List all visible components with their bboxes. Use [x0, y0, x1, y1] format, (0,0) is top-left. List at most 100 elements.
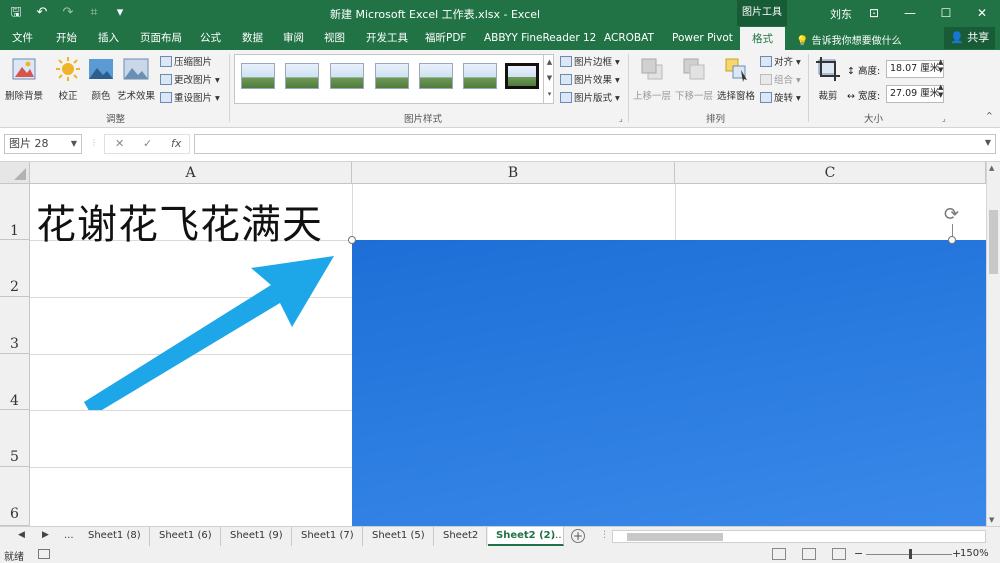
column-header-a[interactable]: A	[30, 162, 352, 184]
selection-pane-button[interactable]: 选择窗格	[716, 56, 756, 102]
vertical-scroll-thumb[interactable]	[989, 210, 998, 274]
tab-file[interactable]: 文件	[12, 26, 33, 50]
tab-developer[interactable]: 开发工具	[366, 26, 408, 50]
resize-handle-top[interactable]	[948, 236, 956, 244]
row-header-4[interactable]: 4	[0, 354, 30, 410]
rotate-button[interactable]: 旋转 ▾	[760, 91, 801, 107]
height-input[interactable]: 18.07 厘米	[886, 60, 944, 78]
picture-style-6[interactable]	[463, 63, 497, 89]
bring-forward-button[interactable]: 上移一层	[632, 56, 672, 102]
align-button[interactable]: 对齐 ▾	[760, 55, 801, 71]
selected-picture[interactable]	[352, 240, 986, 526]
reset-picture-button[interactable]: 重设图片 ▾	[160, 91, 220, 107]
format-painter-icon[interactable]: ⌗	[84, 3, 104, 23]
height-spinner[interactable]: ▲ ▼	[938, 58, 943, 74]
gallery-down-icon[interactable]: ▼	[544, 70, 555, 86]
tab-home[interactable]: 开始	[56, 26, 77, 50]
sheet-tab-more-left[interactable]: ...	[56, 527, 82, 546]
close-icon[interactable]: ✕	[964, 0, 1000, 26]
tab-formulas[interactable]: 公式	[200, 26, 221, 50]
sheet-tab-more-right[interactable]: ...	[544, 527, 570, 546]
cell-a1-text[interactable]: 花谢花飞花满天	[36, 192, 323, 250]
tell-me-search[interactable]: 💡 告诉我你想要做什么	[796, 32, 902, 47]
size-launcher-icon[interactable]: ⌟	[942, 114, 946, 123]
zoom-level[interactable]: 150%	[960, 548, 989, 559]
macro-record-icon[interactable]	[38, 549, 50, 559]
vertical-scrollbar[interactable]: ▲ ▼	[986, 162, 1000, 526]
scroll-down-icon[interactable]: ▼	[989, 516, 994, 524]
cancel-icon[interactable]: ✕	[115, 137, 124, 150]
change-picture-button[interactable]: 更改图片 ▾	[160, 73, 220, 89]
resize-handle-top-left[interactable]	[348, 236, 356, 244]
color-button[interactable]: 颜色	[88, 56, 114, 102]
send-backward-button[interactable]: 下移一层	[674, 56, 714, 102]
row-header-3[interactable]: 3	[0, 297, 30, 354]
tab-foxit-pdf[interactable]: 福昕PDF	[425, 26, 466, 50]
tab-insert[interactable]: 插入	[98, 26, 119, 50]
name-box[interactable]: 图片 28 ▼	[4, 134, 82, 154]
picture-effects-button[interactable]: 图片效果 ▾	[560, 73, 620, 89]
picture-style-1[interactable]	[241, 63, 275, 89]
tab-data[interactable]: 数据	[242, 26, 263, 50]
zoom-out-icon[interactable]: −	[854, 547, 863, 560]
row-header-5[interactable]: 5	[0, 410, 30, 467]
blue-arrow-shape[interactable]	[80, 250, 340, 410]
crop-button[interactable]: 裁剪	[814, 56, 842, 102]
add-sheet-icon[interactable]: +	[571, 529, 585, 543]
customize-qat-icon[interactable]: ▾	[110, 3, 130, 23]
page-layout-view-icon[interactable]	[802, 548, 816, 560]
insert-function-icon[interactable]: fx	[171, 137, 181, 150]
rotate-handle-icon[interactable]: ⟳	[944, 204, 959, 225]
collapse-ribbon-icon[interactable]: ^	[986, 108, 993, 124]
remove-background-button[interactable]: 删除背景	[4, 56, 44, 102]
tab-review[interactable]: 审阅	[283, 26, 304, 50]
picture-style-3[interactable]	[330, 63, 364, 89]
horizontal-scroll-thumb[interactable]	[627, 533, 723, 541]
tab-format[interactable]: 格式	[740, 27, 785, 50]
undo-icon[interactable]: ↶	[32, 3, 52, 23]
maximize-icon[interactable]: ☐	[928, 0, 964, 26]
sheet-tab[interactable]: Sheet1 (9)	[222, 527, 292, 546]
redo-icon[interactable]: ↷	[58, 3, 78, 23]
corrections-button[interactable]: 校正	[54, 56, 82, 102]
compress-pictures-button[interactable]: 压缩图片	[160, 55, 212, 71]
horizontal-scrollbar[interactable]	[612, 530, 986, 543]
zoom-slider-knob[interactable]	[909, 549, 912, 559]
enter-icon[interactable]: ✓	[143, 137, 152, 150]
expand-formula-icon[interactable]: ▼	[985, 138, 991, 147]
gallery-more-icon[interactable]: ▾	[544, 86, 555, 102]
picture-style-5[interactable]	[419, 63, 453, 89]
group-button[interactable]: 组合 ▾	[760, 73, 801, 89]
column-header-c[interactable]: C	[675, 162, 986, 184]
next-sheet-icon[interactable]: ▶	[42, 530, 49, 540]
gallery-scroll[interactable]: ▲ ▼ ▾	[543, 54, 555, 104]
formula-input[interactable]: ▼	[194, 134, 996, 154]
tab-power-pivot[interactable]: Power Pivot	[672, 26, 733, 50]
tab-abbyy[interactable]: ABBYY FineReader 12	[484, 26, 596, 50]
column-header-b[interactable]: B	[352, 162, 675, 184]
width-input[interactable]: 27.09 厘米	[886, 85, 944, 103]
row-header-2[interactable]: 2	[0, 240, 30, 297]
tab-acrobat[interactable]: ACROBAT	[604, 26, 654, 50]
tab-split-icon[interactable]: ⋮	[600, 530, 609, 540]
worksheet-grid[interactable]: A B C 1 2 3 4 5 6 花谢花飞花满天 ⟳ ▲ ▼	[0, 162, 1000, 526]
picture-style-2[interactable]	[285, 63, 319, 89]
sheet-tab[interactable]: Sheet1 (5)	[364, 527, 434, 546]
minimize-icon[interactable]: —	[892, 0, 928, 26]
sheet-tab[interactable]: Sheet2	[435, 527, 488, 546]
styles-launcher-icon[interactable]: ⌟	[619, 114, 623, 123]
ribbon-display-icon[interactable]: ⊡	[856, 0, 892, 26]
picture-border-button[interactable]: 图片边框 ▾	[560, 55, 620, 71]
select-all-button[interactable]	[0, 162, 30, 184]
scroll-up-icon[interactable]: ▲	[989, 164, 994, 172]
formula-bar-resize-icon[interactable]: ⋮	[90, 138, 98, 147]
previous-sheet-icon[interactable]: ◀	[18, 530, 25, 540]
tab-view[interactable]: 视图	[324, 26, 345, 50]
width-spinner[interactable]: ▲ ▼	[938, 83, 943, 99]
picture-style-4[interactable]	[375, 63, 409, 89]
save-icon[interactable]: 🖫	[6, 3, 26, 23]
sheet-tab[interactable]: Sheet1 (8)	[80, 527, 150, 546]
row-header-1[interactable]: 1	[0, 184, 30, 240]
picture-layout-button[interactable]: 图片版式 ▾	[560, 91, 620, 107]
share-button[interactable]: 👤 共享	[944, 27, 996, 49]
